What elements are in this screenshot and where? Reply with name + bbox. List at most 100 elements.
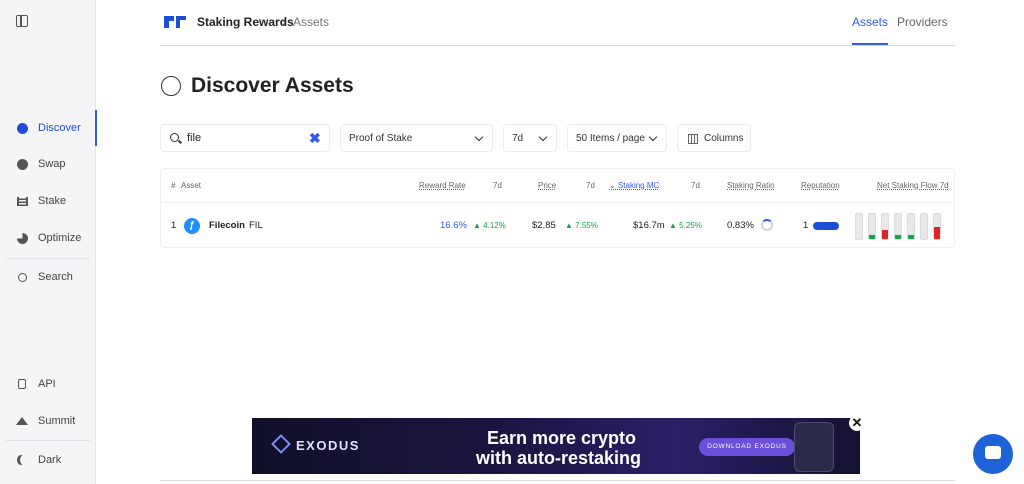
page-size-select[interactable]: 50 Items / page	[567, 124, 667, 152]
chevron-down-icon	[648, 132, 658, 142]
flow-bar	[894, 213, 902, 240]
ad-banner[interactable]: EXODUS Earn more crypto with auto-restak…	[252, 418, 860, 474]
compass-icon	[16, 122, 28, 134]
asset-name[interactable]: Filecoin	[209, 220, 245, 231]
ad-brand: EXODUS	[296, 438, 360, 453]
exodus-logo-icon	[271, 434, 291, 454]
chevron-down-icon	[538, 132, 548, 142]
period-select[interactable]: 7d	[503, 124, 557, 152]
col-header-reward-rate[interactable]: Reward Rate	[419, 181, 466, 190]
flow-bar	[920, 213, 928, 240]
col-header-price[interactable]: Price	[538, 181, 556, 190]
chevron-down-icon	[474, 132, 484, 142]
sidebar-item-stake[interactable]: Stake	[0, 183, 96, 219]
sidebar-toggle-icon[interactable]	[16, 15, 28, 27]
col-header-staking-ratio[interactable]: Staking Ratio	[727, 181, 775, 190]
col-header-asset[interactable]: Asset	[181, 181, 201, 190]
breadcrumb-separator: ›	[282, 15, 286, 29]
sidebar-item-label: Stake	[38, 195, 67, 207]
col-header-staking-mc[interactable]: ⌄ Staking MC	[609, 181, 659, 190]
flow-bar-fill	[921, 236, 927, 239]
flow-bar-fill	[869, 235, 875, 239]
flow-bar-fill	[895, 235, 901, 239]
filecoin-logo-icon: ƒ	[184, 218, 200, 234]
assets-table: # Asset Reward Rate 7d Price 7d ⌄ Stakin…	[160, 168, 955, 248]
sidebar-item-label: Optimize	[38, 232, 82, 244]
swap-icon	[16, 158, 28, 170]
flow-bar	[933, 213, 941, 240]
ad-close-icon[interactable]: ✕	[849, 415, 865, 431]
sidebar-item-label: Discover	[38, 122, 81, 134]
sidebar-item-label: Dark	[38, 454, 62, 466]
search-field[interactable]	[187, 132, 297, 144]
page-size-select-value: 50 Items / page	[576, 133, 645, 144]
col-header-mc-period[interactable]: 7d	[691, 181, 700, 190]
flow-bar-fill	[882, 230, 888, 239]
table-header: # Asset Reward Rate 7d Price 7d ⌄ Stakin…	[161, 169, 954, 203]
sidebar: Discover Swap Stake Optimize Search API …	[0, 0, 97, 484]
phone-mockup-image	[794, 422, 834, 472]
search-input[interactable]: ✖	[160, 124, 330, 152]
sidebar-divider	[6, 440, 90, 441]
brand-name[interactable]: Staking Rewards	[197, 15, 294, 29]
reputation-rank: 1	[803, 220, 809, 231]
sidebar-item-api[interactable]: API	[0, 366, 96, 402]
staking-mc: $16.7m	[633, 220, 665, 231]
app-root: Discover Swap Stake Optimize Search API …	[0, 0, 1024, 484]
columns-icon	[688, 134, 698, 144]
sidebar-item-swap[interactable]: Swap	[0, 146, 96, 182]
tab-providers[interactable]: Providers	[897, 15, 948, 29]
sidebar-item-dark[interactable]: Dark	[0, 442, 96, 478]
ad-download-button[interactable]: DOWNLOAD EXODUS	[699, 438, 795, 456]
reward-rate-change: ▲ 4.12%	[473, 221, 506, 230]
col-header-reputation[interactable]: Reputation	[801, 181, 840, 190]
divider	[160, 480, 955, 481]
period-select-value: 7d	[512, 133, 524, 144]
col-header-reward-period[interactable]: 7d	[493, 181, 502, 190]
net-staking-flow-chart	[855, 209, 945, 241]
col-header-net-flow[interactable]: Net Staking Flow 7d	[877, 181, 949, 190]
col-header-price-period[interactable]: 7d	[586, 181, 595, 190]
chat-support-button[interactable]	[973, 434, 1013, 474]
reward-rate: 16.6%	[440, 220, 467, 231]
staking-mc-change: ▲ 5.25%	[669, 221, 702, 230]
ad-banner-container: EXODUS Earn more crypto with auto-restak…	[238, 412, 874, 474]
flow-bar-fill	[934, 226, 940, 239]
breadcrumb: Assets	[293, 15, 330, 29]
flow-bar-fill	[856, 236, 862, 239]
pie-chart-icon	[16, 232, 28, 244]
flow-bar	[855, 213, 863, 240]
sidebar-item-search[interactable]: Search	[0, 259, 96, 295]
page-title: Discover Assets	[191, 74, 354, 97]
moon-icon	[16, 454, 28, 466]
tab-assets[interactable]: Assets	[852, 15, 889, 45]
search-icon	[16, 271, 28, 283]
row-rank: 1	[171, 220, 177, 231]
sidebar-item-discover[interactable]: Discover	[0, 110, 97, 146]
search-icon	[170, 133, 179, 142]
consensus-select[interactable]: Proof of Stake	[340, 124, 493, 152]
mountain-icon	[16, 415, 28, 427]
sidebar-item-label: API	[38, 378, 56, 390]
lock-icon	[16, 378, 28, 390]
columns-button[interactable]: Columns	[677, 124, 751, 152]
sidebar-item-summit[interactable]: Summit	[0, 403, 96, 439]
staking-ratio: 0.83%	[727, 220, 754, 231]
compass-icon	[161, 76, 181, 96]
stake-icon	[16, 195, 28, 207]
price-change: ▲ 7.55%	[565, 221, 598, 230]
clear-search-icon[interactable]: ✖	[309, 130, 321, 147]
asset-symbol: FIL	[249, 220, 263, 231]
ad-headline-2: with auto-restaking	[476, 448, 642, 468]
staking-ratio-ring-icon	[761, 219, 773, 231]
col-header-rank: #	[171, 181, 176, 190]
sidebar-item-optimize[interactable]: Optimize	[0, 220, 96, 256]
staking-rewards-logo-icon[interactable]	[164, 16, 186, 28]
flow-bar	[907, 213, 915, 240]
top-bar: Staking Rewards › Assets Assets Provider…	[160, 0, 955, 46]
columns-button-label: Columns	[704, 133, 744, 144]
table-row[interactable]: 1 ƒ Filecoin FIL 16.6% ▲ 4.12% $2.85 ▲ 7…	[161, 204, 954, 248]
reputation-badge-icon[interactable]	[813, 222, 839, 230]
col-header-staking-mc-label: Staking MC	[617, 181, 660, 190]
flow-bar	[868, 213, 876, 240]
